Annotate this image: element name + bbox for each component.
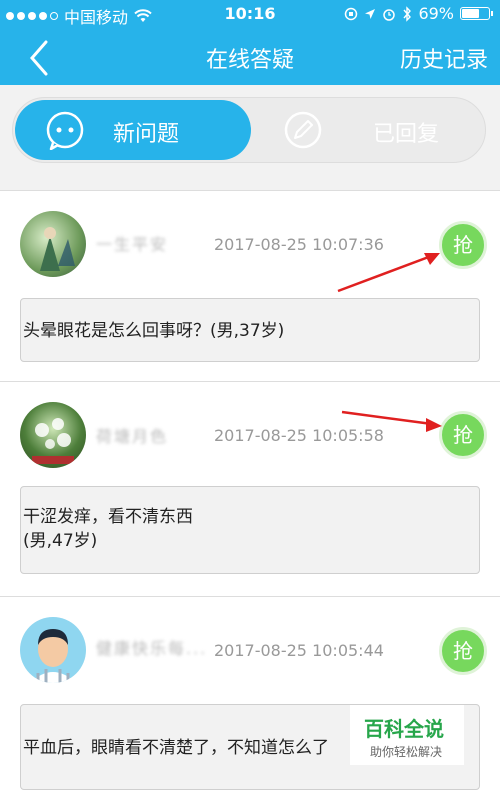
rotation-lock-icon	[345, 7, 358, 20]
username: 健康快乐每...	[96, 639, 208, 658]
avatar	[20, 402, 86, 468]
username: 一生平安	[96, 235, 169, 254]
tab-new-questions[interactable]: 新问题	[15, 100, 251, 160]
edit-pencil-icon	[284, 111, 322, 149]
annotation-arrow	[337, 253, 440, 293]
battery-percent: 69%	[418, 4, 454, 23]
status-bar: 中国移动 10:16 69%	[0, 0, 500, 28]
alarm-icon	[383, 8, 396, 21]
grab-button[interactable]: 抢	[439, 221, 487, 269]
tab-replied[interactable]: 已回复	[253, 100, 485, 160]
tab-switcher: 新问题 已回复	[12, 97, 486, 163]
grab-button[interactable]: 抢	[439, 627, 487, 675]
question-text: 干涩发痒，看不清东西 (男,47岁)	[20, 486, 480, 574]
avatar	[20, 211, 86, 277]
username: 荷塘月色	[96, 427, 169, 446]
question-time: 2017-08-25 10:05:44	[214, 641, 384, 660]
location-icon	[365, 8, 376, 19]
avatar	[20, 617, 86, 683]
chat-bubble-icon	[46, 111, 84, 150]
watermark-subtitle: 助你轻松解决	[370, 745, 443, 759]
header: 中国移动 10:16 69% 在线答疑 历史记录	[0, 0, 500, 85]
grab-button[interactable]: 抢	[439, 411, 487, 459]
tab-label: 新问题	[113, 122, 180, 147]
bluetooth-icon	[403, 5, 412, 22]
question-text: 头晕眼花是怎么回事呀？(男,37岁)	[20, 298, 480, 362]
divider	[0, 381, 500, 382]
battery-icon	[460, 7, 493, 20]
question-text-line: 干涩发痒，看不清东西	[23, 507, 193, 527]
annotation-arrow	[341, 410, 442, 432]
tab-label: 已回复	[373, 122, 440, 147]
watermark-logo: 百科全说 助你轻松解决	[350, 705, 464, 765]
question-text-line: (男,47岁)	[23, 531, 98, 551]
watermark-title: 百科全说	[364, 717, 444, 741]
divider	[0, 596, 500, 597]
history-button[interactable]: 历史记录	[400, 42, 488, 74]
